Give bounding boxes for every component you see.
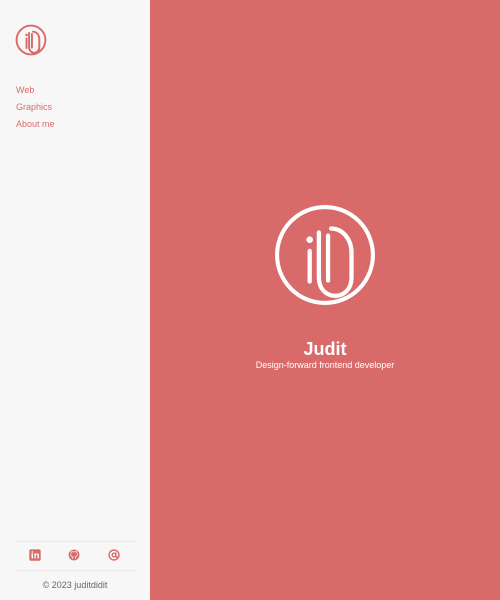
github-icon[interactable] [67, 548, 81, 562]
nav-item-about-me[interactable]: About me [16, 116, 55, 133]
social-divider-top [15, 541, 135, 542]
linkedin-icon[interactable] [28, 548, 42, 562]
social-links [0, 548, 150, 564]
jd-monogram-logo-icon [275, 205, 375, 305]
hero-name: Judit [303, 339, 347, 360]
jd-monogram-logo-icon[interactable] [15, 24, 47, 56]
copyright-text: © 2023 juditdidit [42, 580, 108, 590]
social-divider-bottom [15, 570, 135, 571]
hero-tagline: Design-forward frontend developer [255, 360, 395, 370]
hero-panel: Judit Design-forward frontend developer [150, 0, 500, 600]
main-navigation: Web Graphics About me [16, 82, 55, 133]
mail-icon[interactable] [107, 548, 121, 562]
nav-item-web[interactable]: Web [16, 82, 55, 99]
sidebar: Web Graphics About me © 2023 juditdidit [0, 0, 150, 600]
nav-item-graphics[interactable]: Graphics [16, 99, 55, 116]
